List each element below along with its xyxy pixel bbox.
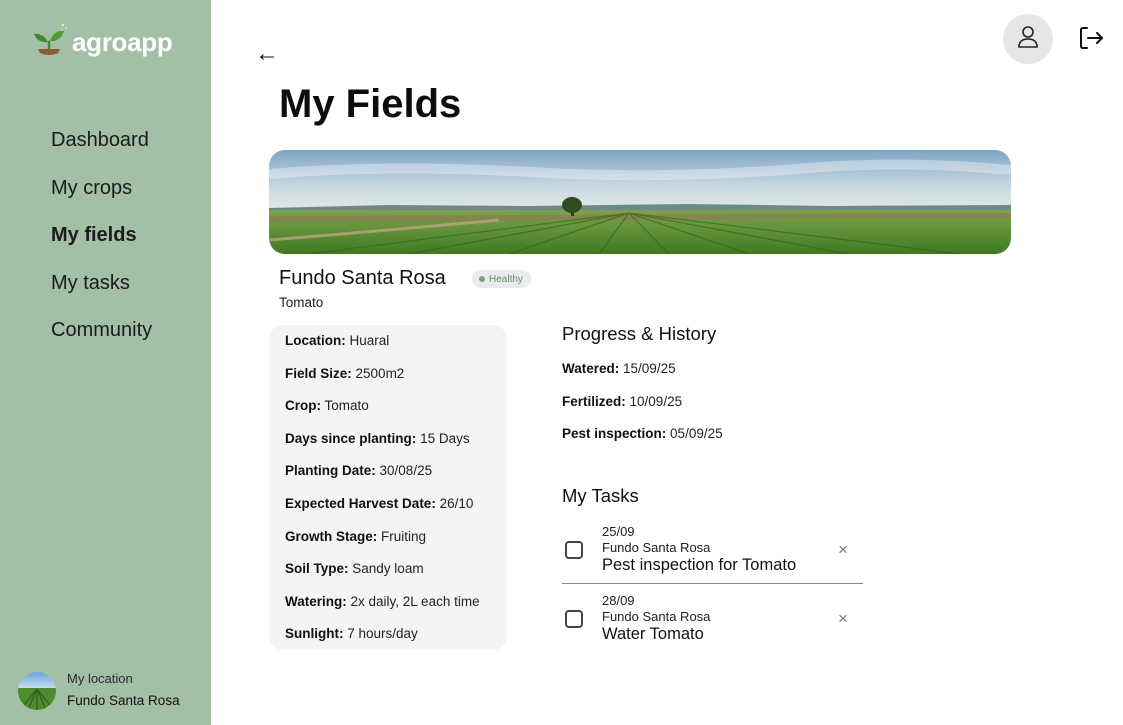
detail-row-crop: Crop: Tomato [285, 397, 507, 430]
profile-button[interactable] [1003, 14, 1053, 64]
my-location[interactable]: My location Fundo Santa Rosa [18, 671, 180, 711]
task-checkbox[interactable] [565, 610, 583, 628]
detail-value: 7 hours/day [347, 626, 418, 642]
detail-row-location: Location: Huaral [285, 332, 507, 365]
location-avatar [18, 672, 56, 710]
detail-label: Days since planting: [285, 430, 417, 446]
detail-label: Soil Type: [285, 561, 349, 577]
task-name: Pest inspection for Tomato [602, 556, 797, 574]
back-button[interactable]: ← [255, 40, 279, 68]
app-name: agroapp [72, 27, 173, 57]
my-tasks-title: My Tasks [562, 485, 639, 506]
history-row-watered: Watered: 15/09/25 [562, 360, 723, 393]
logout-icon [1076, 27, 1106, 57]
detail-value: Sandy loam [352, 561, 424, 577]
status-badge-label: Healthy [489, 273, 523, 285]
detail-row-sunlight: Sunlight: 7 hours/day [285, 625, 507, 658]
task-name: Water Tomato [602, 625, 704, 643]
task-field: Fundo Santa Rosa [602, 609, 711, 624]
logout-button[interactable] [1076, 23, 1106, 53]
detail-label: Field Size: [285, 365, 352, 381]
app-logo[interactable]: agroapp [33, 22, 173, 63]
detail-label: Growth Stage: [285, 528, 378, 544]
history-value: 15/09/25 [623, 361, 676, 376]
progress-history-title: Progress & History [562, 323, 717, 344]
detail-value: 15 Days [420, 430, 470, 446]
task-item: 28/09 Fundo Santa Rosa Water Tomato × [562, 591, 863, 653]
detail-value: 26/10 [439, 495, 474, 511]
user-icon [1017, 25, 1039, 54]
detail-value: 2x daily, 2L each time [350, 593, 480, 609]
detail-label: Planting Date: [285, 463, 376, 479]
detail-row-growth-stage: Growth Stage: Fruiting [285, 528, 507, 561]
sprout-icon [33, 22, 67, 63]
detail-label: Watering: [285, 593, 347, 609]
history-row-pest-inspection: Pest inspection: 05/09/25 [562, 425, 723, 458]
arrow-left-icon: ← [255, 40, 279, 67]
task-date: 28/09 [602, 593, 635, 608]
sidebar: agroapp Dashboard My crops My fields My … [0, 0, 211, 725]
detail-label: Location: [285, 333, 346, 348]
history-value: 10/09/25 [629, 393, 683, 409]
field-banner-image [269, 150, 1011, 254]
page-title: My Fields [279, 82, 462, 126]
task-checkbox[interactable] [565, 541, 583, 559]
detail-row-planting-date: Planting Date: 30/08/25 [285, 462, 507, 495]
close-icon[interactable]: × [838, 609, 848, 629]
detail-label: Expected Harvest Date: [285, 495, 436, 511]
field-crop: Tomato [279, 295, 324, 310]
detail-row-watering: Watering: 2x daily, 2L each time [285, 593, 507, 626]
location-name: Fundo Santa Rosa [67, 693, 180, 708]
status-badge: Healthy [472, 270, 531, 288]
sidebar-item-my-crops[interactable]: My crops [51, 175, 152, 223]
detail-value: Tomato [324, 398, 369, 414]
task-date: 25/09 [602, 524, 635, 539]
history-label: Pest inspection: [562, 426, 667, 442]
detail-label: Sunlight: [285, 626, 344, 642]
sidebar-item-community[interactable]: Community [51, 317, 152, 365]
sidebar-item-my-fields[interactable]: My fields [51, 222, 152, 270]
location-label: My location [67, 671, 133, 686]
field-details-card: Location: Huaral Field Size: 2500m2 Crop… [269, 325, 507, 650]
detail-row-soil-type: Soil Type: Sandy loam [285, 560, 507, 593]
detail-label: Crop: [285, 398, 321, 414]
status-dot-icon [479, 276, 485, 282]
history-row-fertilized: Fertilized: 10/09/25 [562, 393, 723, 426]
history-value: 05/09/25 [670, 426, 723, 442]
sidebar-item-my-tasks[interactable]: My tasks [51, 270, 152, 318]
close-icon[interactable]: × [838, 540, 848, 560]
detail-value: Huaral [349, 333, 390, 348]
field-name: Fundo Santa Rosa [279, 267, 446, 289]
progress-history-list: Watered: 15/09/25 Fertilized: 10/09/25 P… [562, 360, 723, 458]
detail-value: 2500m2 [355, 365, 405, 381]
history-label: Fertilized: [562, 393, 626, 409]
detail-value: Fruiting [381, 528, 427, 544]
detail-row-expected-harvest-date: Expected Harvest Date: 26/10 [285, 495, 507, 528]
history-label: Watered: [562, 361, 620, 376]
sidebar-item-dashboard[interactable]: Dashboard [51, 127, 152, 175]
task-item: 25/09 Fundo Santa Rosa Pest inspection f… [562, 522, 863, 584]
sidebar-nav: Dashboard My crops My fields My tasks Co… [51, 127, 152, 365]
task-field: Fundo Santa Rosa [602, 540, 711, 555]
detail-value: 30/08/25 [379, 463, 433, 479]
detail-row-days-since-planting: Days since planting: 15 Days [285, 430, 507, 463]
detail-row-field-size: Field Size: 2500m2 [285, 365, 507, 398]
